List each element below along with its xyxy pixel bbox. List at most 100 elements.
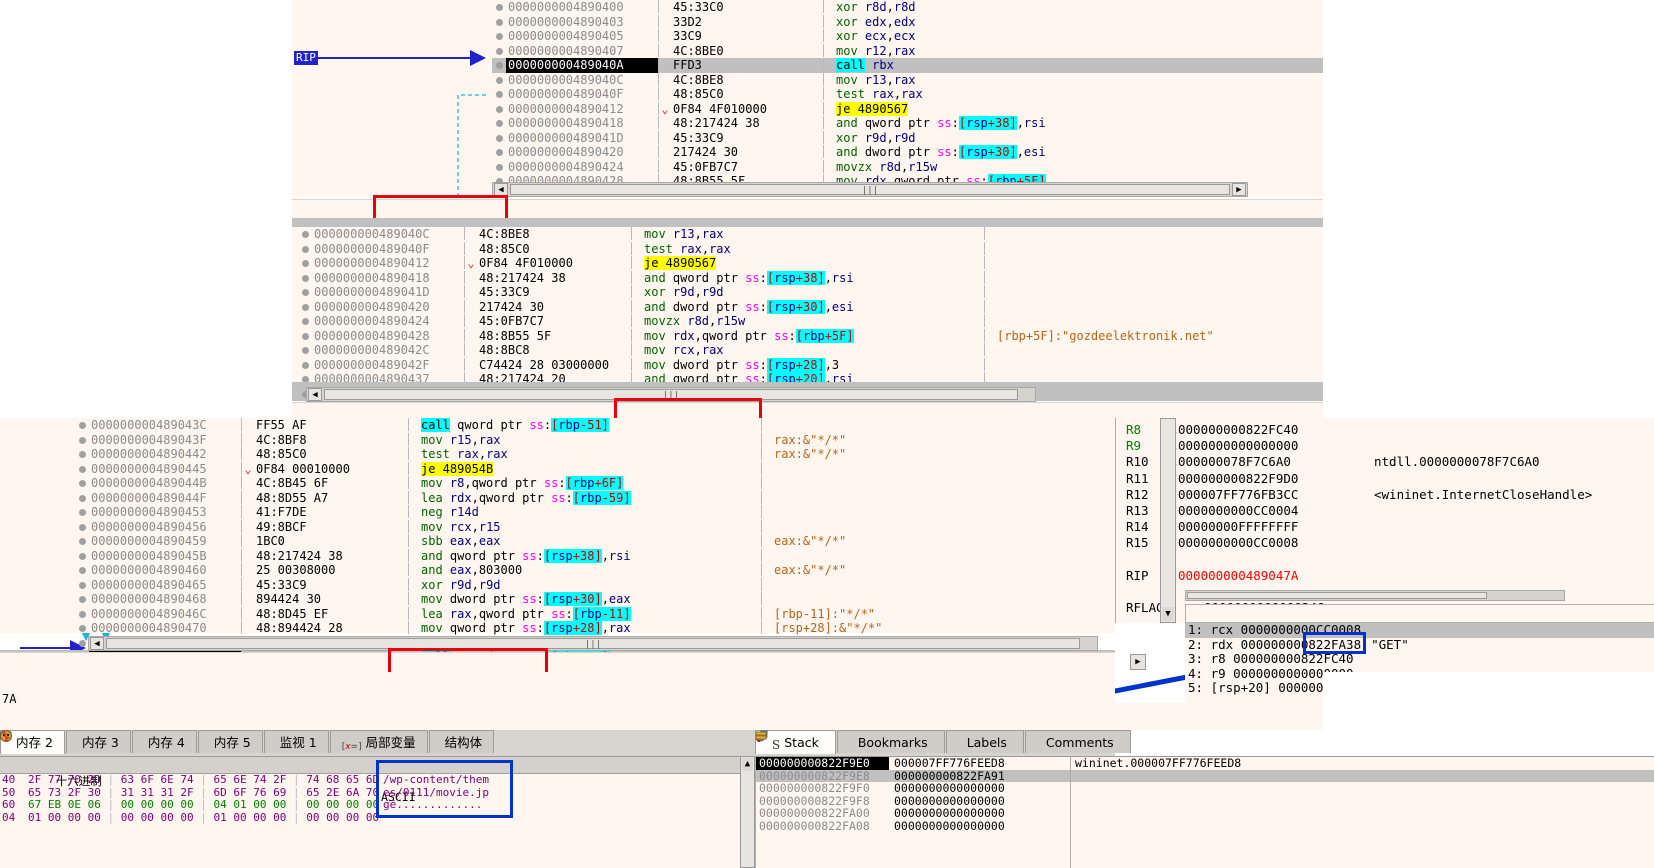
stack-rows[interactable]: 000000000822F9E0000007FF776FEED8wininet.… bbox=[756, 757, 1654, 833]
disasm-row[interactable]: 000000000489042848:8B55 5Fmov rdx,qword … bbox=[292, 329, 1323, 344]
breakpoint-dot-icon[interactable] bbox=[75, 563, 89, 578]
register-row[interactable]: R12000007FF776FB3CC<wininet.InternetClos… bbox=[1116, 487, 1654, 503]
tab-bookmarks[interactable]: Bookmarks bbox=[837, 730, 945, 753]
breakpoint-dot-icon[interactable] bbox=[75, 433, 89, 448]
disasm-row[interactable]: 000000000489045B48:217424 38and qword pt… bbox=[0, 549, 1115, 564]
breakpoint-dot-icon[interactable] bbox=[75, 520, 89, 535]
disasm-row[interactable]: 000000000489046025 00308000and eax,80300… bbox=[0, 563, 1115, 578]
register-row[interactable]: R10000000078F7C6A0ntdll.0000000078F7C6A0 bbox=[1116, 454, 1654, 470]
breakpoint-dot-icon[interactable] bbox=[492, 15, 506, 30]
disasm-row[interactable]: 0000000004890420217424 30and dword ptr s… bbox=[492, 145, 1323, 160]
stack-value[interactable]: 0000000000000000 bbox=[889, 782, 1059, 795]
registers-vertical-scrollbar[interactable]: ▼ bbox=[1160, 418, 1176, 623]
stack-value[interactable]: 000007FF776FEED8 bbox=[889, 757, 1059, 770]
stack-row[interactable]: 000000000822F9E0000007FF776FEED8wininet.… bbox=[756, 757, 1654, 770]
breakpoint-dot-icon[interactable] bbox=[75, 607, 89, 622]
disasm-row[interactable]: 000000000489042445:0FB7C7movzx r8d,r15w bbox=[292, 314, 1323, 329]
scroll-left-arrow-bot[interactable]: ◀ bbox=[90, 637, 104, 650]
disasm-row[interactable]: 000000000489040F48:85C0test rax,rax bbox=[492, 87, 1323, 102]
stack-row[interactable]: 000000000822FA000000000000000000 bbox=[756, 807, 1654, 820]
disasm-row[interactable]: 0000000004890468894424 30mov dword ptr s… bbox=[0, 592, 1115, 607]
register-value[interactable]: 000000000822FC40 bbox=[1178, 422, 1328, 438]
breakpoint-dot-icon[interactable] bbox=[75, 462, 89, 477]
disasm-row[interactable]: 00000000048904074C:8BE0mov r12,rax bbox=[492, 44, 1323, 59]
register-row[interactable]: R130000000000CC0004 bbox=[1116, 503, 1654, 519]
top-horizontal-scrollbar[interactable]: ◀ ||| ▶ bbox=[492, 182, 1248, 197]
argument-row[interactable]: 3: r8 000000000822FC40 bbox=[1185, 652, 1654, 667]
disasm-row[interactable]: 000000000489040C4C:8BE8mov r13,rax bbox=[292, 227, 1323, 242]
register-value[interactable]: 000000000822F9D0 bbox=[1178, 471, 1328, 487]
breakpoint-dot-icon[interactable] bbox=[75, 636, 89, 651]
disasm-row[interactable]: 000000000489042445:0FB7C7movzx r8d,r15w bbox=[492, 160, 1323, 175]
register-value[interactable]: 0000000000CC0004 bbox=[1178, 503, 1328, 519]
disasm-row[interactable]: 0000000004890412⌄0F84 4F010000je 4890567 bbox=[492, 102, 1323, 117]
disasm-row[interactable]: 000000000489044B4C:8B45 6Fmov r8,qword p… bbox=[0, 476, 1115, 491]
tab-3[interactable]: 内存 4 bbox=[132, 730, 197, 753]
breakpoint-dot-icon[interactable] bbox=[75, 592, 89, 607]
breakpoint-dot-icon[interactable] bbox=[298, 329, 312, 344]
hex-dump-pane[interactable]: 十六进制 ASCII 402F 77 70 2D | 63 6F 6E 74 |… bbox=[0, 756, 740, 868]
register-row[interactable]: R8000000000822FC40 bbox=[1116, 422, 1654, 438]
disasm-row[interactable]: 0000000004890445⌄0F84 00010000je 489054B bbox=[0, 462, 1115, 477]
tab-5[interactable]: 监视 1 bbox=[264, 730, 329, 753]
scroll-thumb-mid[interactable]: ||| bbox=[324, 389, 1018, 400]
disasm-row[interactable]: 000000000489047048:894424 28mov qword pt… bbox=[0, 621, 1115, 636]
registers-horizontal-scrollbar[interactable] bbox=[1185, 590, 1565, 601]
breakpoint-dot-icon[interactable] bbox=[492, 29, 506, 44]
scroll-down-arrow[interactable]: ▼ bbox=[1162, 607, 1174, 621]
disasm-row[interactable]: 000000000489041848:217424 38and qword pt… bbox=[492, 116, 1323, 131]
register-row-rip[interactable]: RIP000000000489047A bbox=[1116, 568, 1654, 584]
breakpoint-dot-icon[interactable] bbox=[75, 418, 89, 433]
register-row[interactable]: R90000000000000000 bbox=[1116, 438, 1654, 454]
register-value[interactable]: 00000000FFFFFFFF bbox=[1178, 519, 1328, 535]
disasm-row[interactable]: 0000000004890420217424 30and dword ptr s… bbox=[292, 300, 1323, 315]
breakpoint-dot-icon[interactable] bbox=[298, 256, 312, 271]
stack-pane[interactable]: 000000000822F9E0000007FF776FEED8wininet.… bbox=[755, 756, 1654, 868]
stack-row[interactable]: 000000000822F9F80000000000000000 bbox=[756, 795, 1654, 808]
disasm-row[interactable]: 000000000489042FC74424 28 03000000mov dw… bbox=[292, 358, 1323, 373]
breakpoint-dot-icon[interactable] bbox=[492, 174, 506, 182]
scroll-thumb[interactable]: ||| bbox=[510, 184, 1230, 195]
breakpoint-dot-icon[interactable] bbox=[298, 358, 312, 373]
breakpoint-dot-icon[interactable] bbox=[492, 73, 506, 88]
tab-2[interactable]: 内存 3 bbox=[66, 730, 131, 753]
register-row[interactable]: R11000000000822F9D0 bbox=[1116, 471, 1654, 487]
hex-dump-row[interactable]: 0401 00 00 00 | 00 00 00 00 | 01 00 00 0… bbox=[0, 812, 740, 825]
disasm-row[interactable]: 000000000489044F48:8D55 A7lea rdx,qword … bbox=[0, 491, 1115, 506]
hex-dump-rows[interactable]: 402F 77 70 2D | 63 6F 6E 74 | 65 6E 74 2… bbox=[0, 774, 740, 824]
scroll-left-arrow[interactable]: ◀ bbox=[494, 183, 508, 196]
register-value[interactable]: 000000078F7C6A0 bbox=[1178, 454, 1328, 470]
stack-row[interactable]: 000000000822F9F00000000000000000 bbox=[756, 782, 1654, 795]
disasm-row[interactable]: 000000000489041D45:33C9xor r9d,r9d bbox=[292, 285, 1323, 300]
disasm-row[interactable]: 000000000489040333D2xor edx,edx bbox=[492, 15, 1323, 30]
tab-labels[interactable]: Labels bbox=[946, 730, 1024, 753]
breakpoint-dot-icon[interactable] bbox=[75, 534, 89, 549]
register-value[interactable]: 0000000000CC0008 bbox=[1178, 535, 1328, 551]
breakpoint-dot-icon[interactable] bbox=[298, 300, 312, 315]
breakpoint-dot-icon[interactable] bbox=[75, 491, 89, 506]
stack-row[interactable]: 000000000822FA080000000000000000 bbox=[756, 820, 1654, 833]
tab-4[interactable]: 内存 5 bbox=[198, 730, 263, 753]
tab-1[interactable]: 内存 2 bbox=[0, 730, 65, 754]
tab-6[interactable]: [x=]局部变量 bbox=[330, 730, 428, 753]
breakpoint-dot-icon[interactable] bbox=[492, 102, 506, 117]
disasm-row[interactable]: 000000000489044248:85C0test rax,raxrax:&… bbox=[0, 447, 1115, 462]
breakpoint-dot-icon[interactable] bbox=[298, 242, 312, 257]
tab-comments[interactable]: Comments bbox=[1025, 730, 1131, 753]
breakpoint-dot-icon[interactable] bbox=[75, 447, 89, 462]
breakpoint-dot-icon[interactable] bbox=[492, 0, 506, 15]
breakpoint-dot-icon[interactable] bbox=[492, 87, 506, 102]
breakpoint-dot-icon[interactable] bbox=[298, 271, 312, 286]
disasm-row[interactable]: 000000000489040F48:85C0test rax,rax bbox=[292, 242, 1323, 257]
breakpoint-dot-icon[interactable] bbox=[492, 116, 506, 131]
scroll-left-arrow-mid[interactable]: ◀ bbox=[308, 388, 322, 401]
breakpoint-dot-icon[interactable] bbox=[492, 131, 506, 146]
tab-stack[interactable]: SStack bbox=[755, 730, 836, 754]
breakpoint-dot-icon[interactable] bbox=[75, 621, 89, 636]
register-value[interactable]: 000000000489047A bbox=[1178, 568, 1328, 584]
argument-row[interactable]: 2: rdx 000000000822FA38"GET" bbox=[1185, 638, 1654, 653]
register-row[interactable]: R150000000000CC0008 bbox=[1116, 535, 1654, 551]
registers-rows[interactable]: R8000000000822FC40R90000000000000000R100… bbox=[1116, 418, 1654, 616]
calling-convention-header[interactable]: 默认 (x64 fastcall) bbox=[1185, 604, 1654, 623]
register-value[interactable]: 000007FF776FB3CC bbox=[1178, 487, 1328, 503]
